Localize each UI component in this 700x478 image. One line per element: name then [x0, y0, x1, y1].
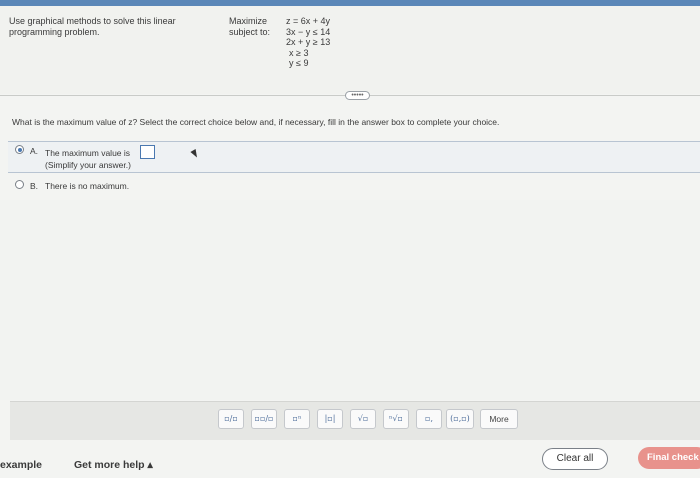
expand-toggle[interactable]: ••••• [345, 91, 370, 100]
choice-a-radio[interactable] [15, 145, 24, 154]
square-root-button[interactable]: √▫ [350, 409, 376, 429]
choice-a-hint: (Simplify your answer.) [45, 160, 131, 170]
mixed-number-button[interactable]: ▫▫/▫ [251, 409, 277, 429]
choice-a-text: The maximum value is [45, 148, 131, 158]
absolute-value-button[interactable]: |▫| [317, 409, 343, 429]
constraint: 2x + y ≥ 13 [286, 37, 331, 47]
get-more-help-link[interactable]: Get more help ▴ [74, 459, 153, 471]
problem-instructions: Use graphical methods to solve this line… [9, 16, 176, 37]
problem-statement: Use graphical methods to solve this line… [0, 6, 700, 94]
ordered-pair-button[interactable]: (▫,▫) [446, 409, 474, 429]
choice-a-letter: A. [30, 146, 39, 156]
choice-b-letter: B. [30, 181, 39, 191]
constraint: y ≤ 9 [289, 58, 309, 68]
nth-root-button[interactable]: ⁿ√▫ [383, 409, 409, 429]
lp-labels: Maximize subject to: [229, 16, 270, 38]
view-example-link[interactable]: example [0, 459, 42, 471]
work-area [0, 200, 700, 400]
choice-b-text: There is no maximum. [45, 181, 130, 191]
objective-function: z = 6x + 4y [286, 16, 331, 26]
more-button[interactable]: More [480, 409, 518, 429]
answer-input[interactable] [140, 145, 155, 159]
lp-equations: z = 6x + 4y 3x − y ≤ 14 2x + y ≥ 13 x ≥ … [286, 16, 330, 69]
constraint: 3x − y ≤ 14 [286, 26, 331, 37]
decimal-button[interactable]: ▫, [416, 409, 442, 429]
final-check-button[interactable]: Final check [638, 447, 700, 469]
constraint: x ≥ 3 [289, 47, 309, 58]
exponent-button[interactable]: ▫ⁿ [284, 409, 310, 429]
maximize-label: Maximize [229, 16, 268, 26]
choice-b-radio[interactable] [15, 180, 24, 189]
fraction-button[interactable]: ▫/▫ [218, 409, 244, 429]
subject-to-label: subject to: [229, 27, 271, 37]
question-text: What is the maximum value of z? Select t… [12, 117, 500, 127]
clear-all-button[interactable]: Clear all [542, 448, 608, 470]
